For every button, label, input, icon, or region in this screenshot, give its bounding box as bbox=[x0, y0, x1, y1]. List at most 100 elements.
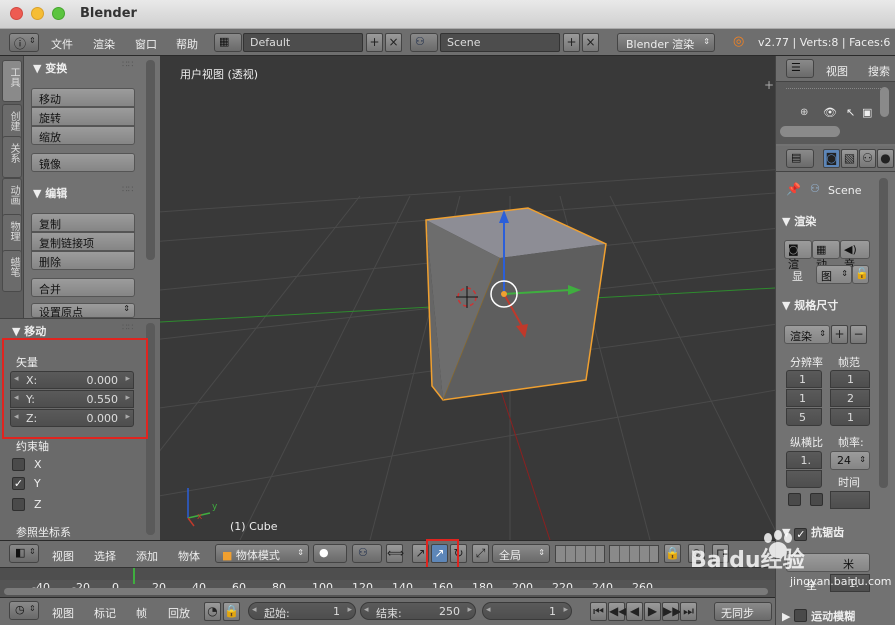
frame-step-field[interactable]: 1 bbox=[830, 408, 870, 426]
remove-preset-icon[interactable]: − bbox=[850, 325, 867, 344]
time-remap-old-field[interactable] bbox=[830, 491, 870, 509]
outliner-menu-view[interactable]: 视图 bbox=[826, 63, 848, 79]
view-editor-type-selector[interactable]: ◧ ⇕ bbox=[9, 544, 39, 563]
resolution-x-field[interactable]: 1 bbox=[786, 370, 822, 388]
increment-icon[interactable]: ▸ bbox=[563, 605, 568, 615]
constraint-y-checkbox[interactable]: ✓ bbox=[12, 477, 25, 490]
render-animation-button[interactable]: ▦动 bbox=[812, 240, 840, 271]
interaction-mode-dropdown[interactable]: ■ 物体模式 ⇕ bbox=[215, 544, 309, 563]
frame-start-field[interactable]: 1 bbox=[830, 370, 870, 388]
screen-layout-name[interactable]: Default bbox=[243, 33, 363, 52]
play-icon[interactable]: ▶ bbox=[644, 602, 661, 621]
tab-relations[interactable]: 关系 bbox=[2, 136, 22, 178]
view-menu-object[interactable]: 物体 bbox=[178, 548, 200, 564]
scale-manipulator-icon[interactable]: ⤢ bbox=[472, 544, 489, 563]
increment-icon[interactable]: ▸ bbox=[467, 605, 472, 615]
aspect-x-field[interactable]: 1. bbox=[786, 451, 822, 469]
pivot-point-dropdown[interactable]: ⚇ bbox=[352, 544, 382, 563]
duplicate-button[interactable]: 复制 bbox=[31, 213, 135, 232]
delete-button[interactable]: 删除 bbox=[31, 251, 135, 270]
close-window-button[interactable] bbox=[10, 7, 23, 20]
mirror-button[interactable]: 镜像 bbox=[31, 153, 135, 172]
drag-handle-icon[interactable]: ∷∷ bbox=[122, 185, 133, 195]
display-dropdown[interactable]: 图 ⇕ bbox=[816, 265, 852, 284]
scene-tab-icon[interactable]: ⚇ bbox=[859, 149, 876, 168]
scale-button[interactable]: 缩放 bbox=[31, 126, 135, 145]
outliner-vscrollbar[interactable] bbox=[880, 87, 889, 117]
add-layout-icon[interactable]: + bbox=[366, 33, 383, 52]
outliner-hscrollbar[interactable] bbox=[780, 126, 840, 137]
render-still-button[interactable]: ◙渲 bbox=[784, 240, 812, 271]
timeline-editor-selector[interactable]: ◷ ⇕ bbox=[9, 601, 39, 620]
timeline-editor[interactable]: -40-200204060801001201401601802002202402… bbox=[0, 567, 775, 597]
resolution-percent-field[interactable]: 5 bbox=[786, 408, 822, 426]
frame-end-field[interactable]: 2 bbox=[830, 389, 870, 407]
panel-transform-header[interactable]: ▼ 变换 bbox=[33, 60, 67, 76]
scene-name[interactable]: Scene bbox=[440, 33, 560, 52]
minimize-window-button[interactable] bbox=[31, 7, 44, 20]
expand-icon[interactable]: ⊕ bbox=[800, 107, 808, 118]
join-button[interactable]: 合并 bbox=[31, 278, 135, 297]
drag-handle-icon[interactable]: ∷∷ bbox=[122, 60, 133, 70]
jump-to-start-icon[interactable]: ⏮ bbox=[590, 602, 607, 621]
decrement-icon[interactable]: ◂ bbox=[364, 605, 369, 615]
timeline-menu-marker[interactable]: 标记 bbox=[94, 605, 116, 621]
tab-tools[interactable]: 工具 bbox=[2, 60, 22, 102]
visibility-eye-icon[interactable]: 👁 bbox=[823, 106, 837, 119]
duplicate-linked-button[interactable]: 复制链接项 bbox=[31, 232, 135, 251]
constraint-z-checkbox[interactable] bbox=[12, 498, 25, 511]
view-menu-view[interactable]: 视图 bbox=[52, 548, 74, 564]
sync-mode-dropdown[interactable]: 无同步 bbox=[714, 602, 772, 621]
scene-selector[interactable]: ⚇ bbox=[410, 33, 438, 52]
set-origin-button[interactable]: 设置原点 ⇕ bbox=[31, 303, 135, 318]
play-reverse-icon[interactable]: ◀ bbox=[626, 602, 643, 621]
manipulator-toggle-icon[interactable]: ⟺ bbox=[386, 544, 404, 563]
crop-checkbox[interactable] bbox=[810, 493, 823, 506]
decrement-icon[interactable]: ◂ bbox=[486, 605, 491, 615]
motion-blur-checkbox[interactable] bbox=[794, 609, 808, 622]
properties-scrollbar[interactable] bbox=[879, 178, 888, 488]
menu-file[interactable]: 文件 bbox=[51, 36, 73, 52]
preview-range-icon[interactable]: ◔ bbox=[204, 602, 221, 621]
layer-buttons-left[interactable] bbox=[555, 545, 605, 563]
frame-start-input[interactable]: ◂ 起始: 1 ▸ bbox=[248, 602, 356, 620]
menu-help[interactable]: 帮助 bbox=[176, 36, 198, 52]
current-frame-input[interactable]: ◂ 1 ▸ bbox=[482, 602, 572, 620]
view-menu-add[interactable]: 添加 bbox=[136, 548, 158, 564]
remove-layout-icon[interactable]: × bbox=[385, 33, 402, 52]
editor-type-selector[interactable]: ⓘ ⇕ bbox=[9, 33, 39, 52]
outliner-tree[interactable]: ⊕ 👁 ↖ ▣ bbox=[776, 82, 895, 144]
panel-edit-header[interactable]: ▼ 编辑 bbox=[33, 185, 67, 201]
outliner-editor-selector[interactable]: ☰ bbox=[786, 59, 814, 78]
resolution-y-field[interactable]: 1 bbox=[786, 389, 822, 407]
current-frame-indicator[interactable] bbox=[133, 568, 135, 584]
tool-shelf-scrollbar[interactable] bbox=[146, 60, 155, 260]
move-button[interactable]: 移动 bbox=[31, 88, 135, 107]
properties-editor-selector[interactable]: ▤ bbox=[786, 149, 814, 168]
panel-motion-blur-header[interactable]: ▶ 运动模糊 bbox=[782, 607, 855, 624]
screen-layout-selector[interactable]: ▦ bbox=[214, 33, 242, 52]
aspect-y-field[interactable] bbox=[786, 470, 822, 488]
cube-object[interactable] bbox=[425, 207, 607, 401]
add-scene-icon[interactable]: + bbox=[563, 33, 580, 52]
tab-grease-pencil[interactable]: 蜡笔 bbox=[2, 250, 22, 292]
constraint-x-checkbox[interactable] bbox=[12, 458, 25, 471]
timeline-scrollbar[interactable] bbox=[4, 588, 768, 595]
world-tab-icon[interactable]: ● bbox=[877, 149, 894, 168]
maximize-window-button[interactable] bbox=[52, 7, 65, 20]
lock-interface-icon[interactable]: 🔓 bbox=[852, 265, 869, 284]
render-layers-icon[interactable]: ▧ bbox=[841, 149, 858, 168]
render-audio-button[interactable]: ◀)音 bbox=[840, 240, 870, 271]
render-camera-icon[interactable]: ▣ bbox=[862, 106, 872, 119]
increment-icon[interactable]: ▸ bbox=[347, 605, 352, 615]
frame-end-input[interactable]: ◂ 结束: 250 ▸ bbox=[360, 602, 476, 620]
panel-dimensions-header[interactable]: ▼ 规格尺寸 bbox=[782, 297, 838, 313]
frame-rate-dropdown[interactable]: 24 ⇕ bbox=[830, 451, 870, 470]
viewport-shading-dropdown[interactable]: ● bbox=[313, 544, 347, 563]
timeline-menu-playback[interactable]: 回放 bbox=[168, 605, 190, 621]
menu-window[interactable]: 窗口 bbox=[135, 36, 157, 52]
3d-viewport[interactable]: 用户视图 (透视) (1) Cube y x + bbox=[160, 56, 775, 540]
decrement-icon[interactable]: ◂ bbox=[252, 605, 257, 615]
render-tab-camera-icon[interactable]: ◙ bbox=[823, 149, 840, 168]
border-checkbox[interactable] bbox=[788, 493, 801, 506]
